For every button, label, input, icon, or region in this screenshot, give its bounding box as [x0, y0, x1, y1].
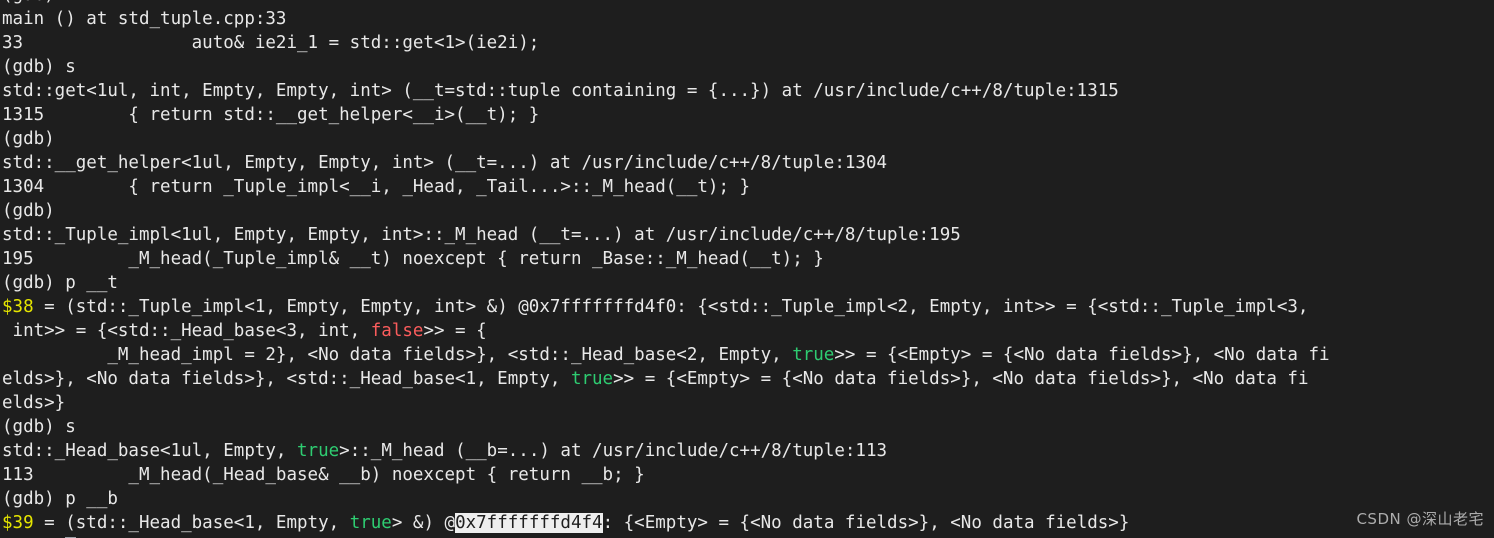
line-06-prompt: (gdb) [0, 127, 1494, 151]
terminal-text-segment: true [349, 513, 392, 533]
line-18-prompt-step: (gdb) s [0, 415, 1494, 439]
line-03-prompt-step: (gdb) s [0, 55, 1494, 79]
terminal-text-segment: true [792, 345, 835, 365]
terminal-text-segment: = (std::_Tuple_impl<1, Empty, Empty, int… [33, 297, 1309, 317]
terminal-text-segment: (gdb) s [2, 57, 76, 77]
terminal-text-segment: std::_Tuple_impl<1ul, Empty, Empty, int>… [2, 225, 961, 245]
terminal-text-segment: 1315 { return std::__get_helper<__i>(__t… [2, 105, 540, 125]
terminal-text-segment: 1304 { return _Tuple_impl<__i, _Head, _T… [2, 177, 751, 197]
terminal-text-segment: main () at std_tuple.cpp:33 [2, 9, 287, 29]
terminal-text-segment: (gdb) s [2, 417, 76, 437]
line-09-prompt: (gdb) [0, 199, 1494, 223]
terminal-screen[interactable]: (gdb) main () at std_tuple.cpp:33 33 auto… [0, 0, 1494, 538]
terminal-text-segment: : {<Empty> = {<No data fields>}, <No dat… [602, 513, 1130, 533]
terminal-text-segment: 33 auto& ie2i_1 = std::get<1>(ie2i); [2, 33, 540, 53]
terminal-text-segment: = (std::_Head_base<1, Empty, [33, 513, 350, 533]
terminal-text-segment: (gdb) p __t [2, 273, 118, 293]
terminal-text-segment[interactable]: 0x7fffffffd4f4 [455, 513, 603, 533]
terminal-text-segment: int>> = {<std::_Head_base<3, int, [2, 321, 371, 341]
terminal-text-segment: (gdb) [2, 0, 65, 5]
terminal-text-segment: std::__get_helper<1ul, Empty, Empty, int… [2, 153, 888, 173]
terminal-text-segment: 113 _M_head(_Head_base& __b) noexcept { … [2, 465, 645, 485]
terminal-text-segment: elds>}, <No data fields>}, <std::_Head_b… [2, 369, 571, 389]
line-05-source-1315: 1315 { return std::__get_helper<__i>(__t… [0, 103, 1494, 127]
line-21-prompt-print-b: (gdb) p __b [0, 487, 1494, 511]
terminal-text-segment: std::get<1ul, int, Empty, Empty, int> (_… [2, 81, 1119, 101]
terminal-text-segment: false [370, 321, 424, 341]
terminal-text-segment: $38 [2, 297, 34, 317]
terminal-text-segment: true [297, 441, 340, 461]
terminal-text-segment: 195 _M_head(_Tuple_impl& __t) noexcept {… [2, 249, 824, 269]
line-08-source-1304: 1304 { return _Tuple_impl<__i, _Head, _T… [0, 175, 1494, 199]
terminal-window[interactable]: (gdb) main () at std_tuple.cpp:33 33 auto… [0, 0, 1494, 538]
terminal-text-segment: >::_M_head (__b=...) at /usr/include/c++… [339, 441, 888, 461]
terminal-text-segment: elds>} [2, 393, 66, 413]
terminal-text-segment: $39 [2, 513, 34, 533]
terminal-text-segment: std::_Head_base<1ul, Empty, [2, 441, 298, 461]
line-11-source-195: 195 _M_head(_Tuple_impl& __t) noexcept {… [0, 247, 1494, 271]
line-15-value-38-cont2: _M_head_impl = 2}, <No data fields>}, <s… [0, 343, 1494, 367]
line-10-frame-tuple-impl-mhead: std::_Tuple_impl<1ul, Empty, Empty, int>… [0, 223, 1494, 247]
line-16-value-38-cont3: elds>}, <No data fields>}, <std::_Head_b… [0, 367, 1494, 391]
terminal-text-segment: _M_head_impl = 2}, <No data fields>}, <s… [2, 345, 793, 365]
terminal-text-segment: > &) @ [391, 513, 456, 533]
line-12-prompt-print-t: (gdb) p __t [0, 271, 1494, 295]
terminal-text-segment: (gdb) [2, 129, 55, 149]
line-01-frame-main: main () at std_tuple.cpp:33 [0, 7, 1494, 31]
terminal-text-segment: (gdb) p __b [2, 489, 118, 509]
line-22-value-39: $39 = (std::_Head_base<1, Empty, true> &… [0, 511, 1494, 535]
terminal-text-segment: true [570, 369, 614, 389]
line-02-source-33: 33 auto& ie2i_1 = std::get<1>(ie2i); [0, 31, 1494, 55]
terminal-text-segment: >> = { [423, 321, 487, 341]
terminal-text-segment: (gdb) [2, 201, 55, 221]
line-04-frame-get: std::get<1ul, int, Empty, Empty, int> (_… [0, 79, 1494, 103]
terminal-text-segment: >> = {<Empty> = {<No data fields>}, <No … [834, 345, 1330, 365]
line-13-value-38: $38 = (std::_Tuple_impl<1, Empty, Empty,… [0, 295, 1494, 319]
line-20-source-113: 113 _M_head(_Head_base& __b) noexcept { … [0, 463, 1494, 487]
line-14-value-38-cont1: int>> = {<std::_Head_base<3, int, false>… [0, 319, 1494, 343]
line-17-value-38-cont4: elds>} [0, 391, 1494, 415]
line-00-clipped-prompt: (gdb) [0, 0, 1494, 7]
line-19-frame-head-base-mhead: std::_Head_base<1ul, Empty, true>::_M_he… [0, 439, 1494, 463]
terminal-text-segment: >> = {<Empty> = {<No data fields>}, <No … [613, 369, 1309, 389]
line-07-frame-get-helper: std::__get_helper<1ul, Empty, Empty, int… [0, 151, 1494, 175]
